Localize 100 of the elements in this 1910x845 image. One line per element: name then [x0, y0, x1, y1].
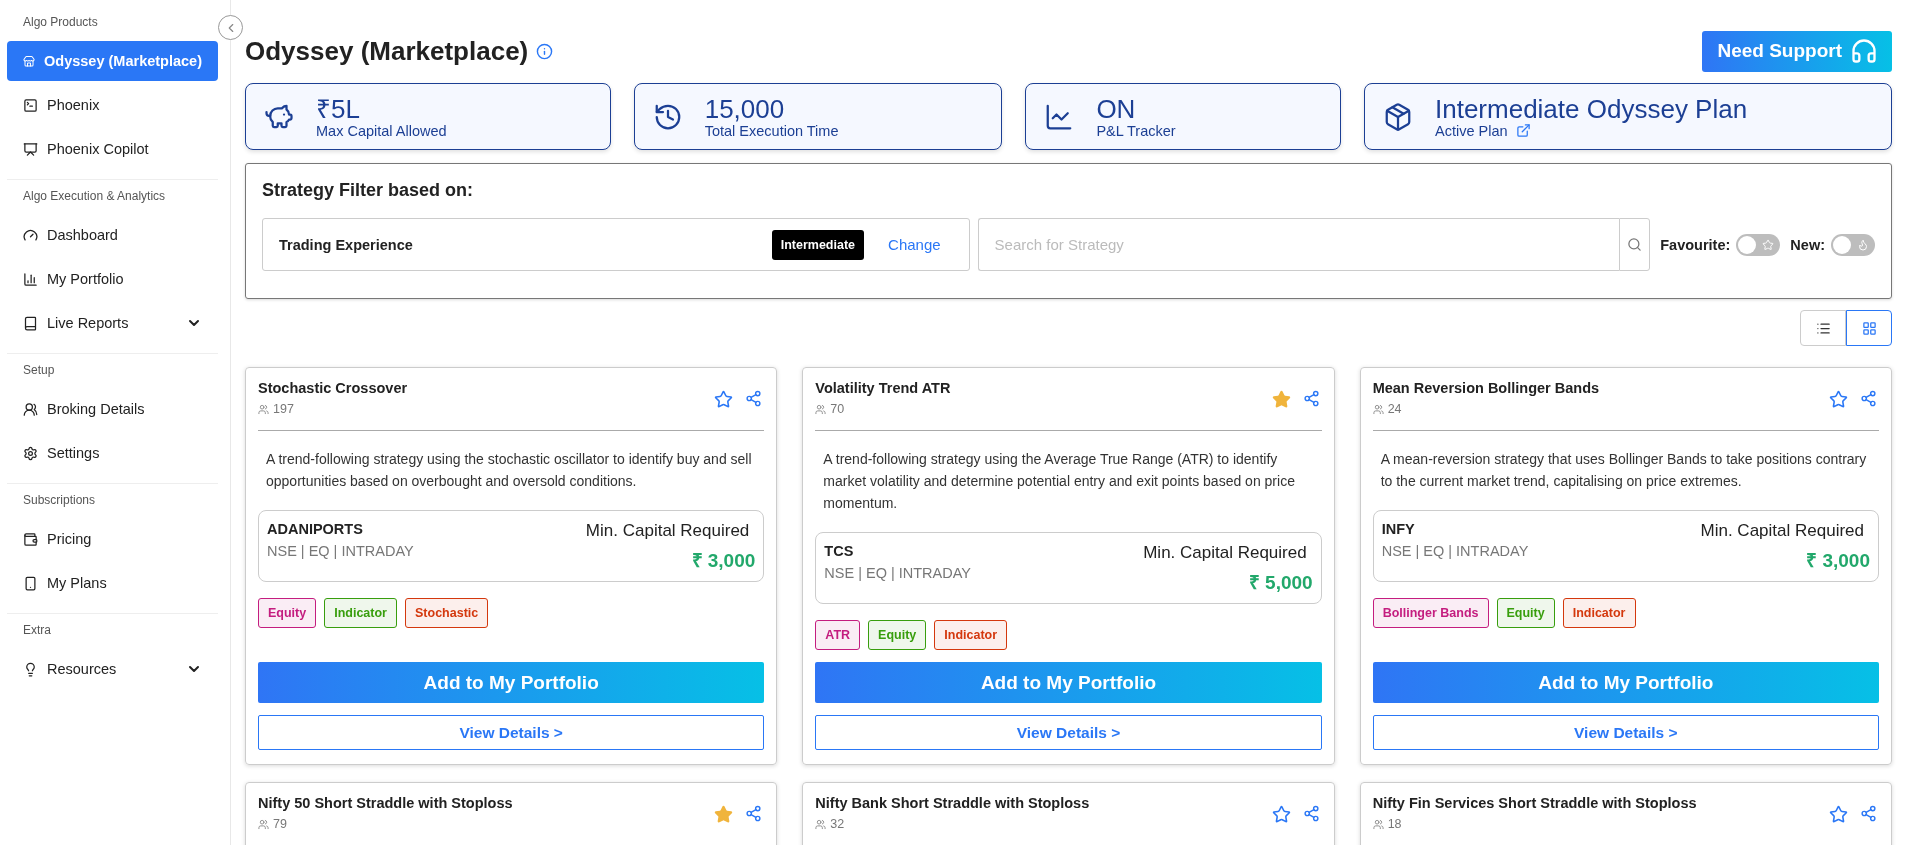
- store-icon: [23, 53, 36, 69]
- toggle-label: New:: [1790, 236, 1825, 253]
- strategy-tag: Indicator: [1562, 598, 1636, 628]
- search-field[interactable]: Search for Strategy: [977, 218, 1620, 271]
- instrument-symbol: TCS: [824, 543, 855, 559]
- user-count: 24: [1387, 402, 1402, 416]
- stat-value: 15,000: [704, 94, 786, 123]
- user-count: 32: [830, 817, 845, 831]
- section-label: Setup: [22, 362, 56, 379]
- view-details-button[interactable]: View Details >: [258, 715, 765, 750]
- sidebar-item[interactable]: Dashboard: [7, 215, 218, 255]
- strategy-tag: Indicator: [934, 620, 1008, 650]
- strategy-tag: Equity: [868, 620, 927, 650]
- phone-icon: [23, 575, 38, 591]
- users-icon: [1372, 403, 1384, 415]
- sidebar-item[interactable]: Phoenix: [7, 85, 218, 125]
- users-icon: [815, 818, 827, 830]
- grid-icon: [1861, 320, 1877, 336]
- wallet-icon: [23, 531, 38, 547]
- stat-label: Active Plan: [1435, 122, 1508, 139]
- instrument-symbol: INFY: [1381, 521, 1416, 537]
- sidebar-item[interactable]: Pricing: [7, 519, 218, 559]
- strategy-title: Nifty 50 Short Straddle with Stoploss: [258, 795, 514, 811]
- toggle-switch[interactable]: [1736, 233, 1781, 256]
- toggle-label: Favourite:: [1660, 236, 1731, 253]
- strategy-tag: Stochastic: [405, 598, 489, 628]
- experience-label: Trading Experience: [279, 236, 414, 253]
- share-button[interactable]: [1858, 388, 1879, 409]
- share-button[interactable]: [1858, 803, 1879, 824]
- capital-amount: ₹ 3,000: [1806, 549, 1870, 573]
- search-icon: [1627, 237, 1643, 252]
- strategy-title: Nifty Fin Services Short Straddle with Stoploss: [1372, 795, 1698, 811]
- sidebar-item[interactable]: My Plans: [7, 563, 218, 603]
- capital-amount: ₹ 5,000: [1248, 571, 1313, 595]
- user-count: 197: [273, 402, 294, 416]
- section-label: Subscriptions: [22, 492, 97, 509]
- stat-label: Max Capital Allowed: [316, 122, 447, 139]
- sidebar-item[interactable]: Live Reports: [7, 303, 218, 343]
- segment-text: NSE | EQ | INTRADAY: [824, 565, 971, 581]
- view-details-button[interactable]: View Details >: [1372, 715, 1879, 750]
- strategy-title: Nifty Bank Short Straddle with Stoploss: [815, 795, 1091, 811]
- instrument-symbol: ADANIPORTS: [267, 521, 364, 537]
- sidebar-item[interactable]: Resources: [7, 649, 218, 689]
- change-link[interactable]: Change: [888, 236, 941, 253]
- terminal-icon: [23, 97, 38, 113]
- grid-view-button[interactable]: [1846, 310, 1892, 346]
- user-count: 70: [830, 402, 845, 416]
- stat-value: Intermediate Odyssey Plan: [1435, 94, 1748, 123]
- list-view-button[interactable]: [1800, 310, 1846, 346]
- segment-text: NSE | EQ | INTRADAY: [1381, 543, 1529, 559]
- sidebar-item[interactable]: My Portfolio: [7, 259, 218, 299]
- section-label: Extra: [22, 622, 52, 639]
- gauge-icon: [23, 227, 38, 243]
- bar-chart-icon: [23, 271, 38, 287]
- flame-icon: [1857, 238, 1869, 251]
- strategy-description: A trend-following strategy using the stochastic oscillator to identify buy and sell opportunities based on overbought and oversold conditions.: [266, 450, 753, 491]
- list-icon: [1815, 320, 1831, 336]
- filter-title: Strategy Filter based on:: [262, 180, 475, 201]
- sidebar-item[interactable]: Settings: [7, 433, 218, 473]
- users-icon: [258, 818, 269, 830]
- screen-icon: [23, 141, 38, 157]
- stat-label: P&L Tracker: [1096, 122, 1176, 139]
- user-count: 18: [1387, 817, 1402, 831]
- search-button[interactable]: [1619, 218, 1651, 271]
- lightbulb-icon: [23, 661, 38, 677]
- strategy-tag: Equity: [1496, 598, 1555, 628]
- sidebar-item[interactable]: Broking Details: [7, 389, 218, 429]
- segment-text: NSE | EQ | INTRADAY: [267, 543, 414, 559]
- users-icon: [815, 403, 827, 415]
- strategy-description: A trend-following strategy using the Average True Range (ATR) to identify market volatility and determine potential entry and exit points based on price momentum.: [823, 450, 1296, 513]
- strategy-tag: ATR: [815, 620, 861, 650]
- collapse-button[interactable]: [218, 15, 243, 40]
- package-icon: [1383, 101, 1413, 132]
- capital-label: Min. Capital Required: [1143, 543, 1307, 563]
- star-icon: [1762, 238, 1775, 251]
- strategy-title: Mean Reversion Bollinger Bands: [1372, 380, 1601, 396]
- user-count: 79: [273, 817, 287, 831]
- experience-value: Intermediate: [771, 229, 865, 260]
- stat-value: ON: [1096, 94, 1137, 123]
- view-details-button[interactable]: View Details >: [815, 715, 1322, 750]
- headset-icon: [1850, 37, 1878, 65]
- toggle-switch[interactable]: [1831, 233, 1875, 256]
- stat-label: Total Execution Time: [704, 122, 839, 139]
- sidebar-item[interactable]: Phoenix Copilot: [7, 129, 218, 169]
- capital-label: Min. Capital Required: [585, 521, 750, 541]
- capital-label: Min. Capital Required: [1700, 521, 1864, 541]
- support-button[interactable]: Need Support: [1702, 30, 1892, 72]
- sidebar-item[interactable]: Odyssey (Marketplace): [7, 41, 218, 81]
- capital-amount: ₹ 3,000: [691, 549, 756, 573]
- settings-icon: [23, 445, 38, 461]
- users-icon: [1372, 818, 1384, 830]
- external-link-icon[interactable]: [1515, 123, 1531, 138]
- page-title: Odyssey (Marketplace): [245, 35, 529, 67]
- section-label: Algo Execution & Analytics: [22, 188, 167, 205]
- strategy-description: A mean-reversion strategy that uses Bollinger Bands to take positions contrary to the current market trend, capitalising on price extremes.: [1380, 450, 1868, 491]
- strategy-tag: Equity: [258, 598, 317, 628]
- book-icon: [23, 315, 38, 331]
- strategy-tag: Indicator: [324, 598, 397, 628]
- info-icon[interactable]: [536, 42, 554, 60]
- stat-value: ₹5L: [316, 94, 361, 123]
